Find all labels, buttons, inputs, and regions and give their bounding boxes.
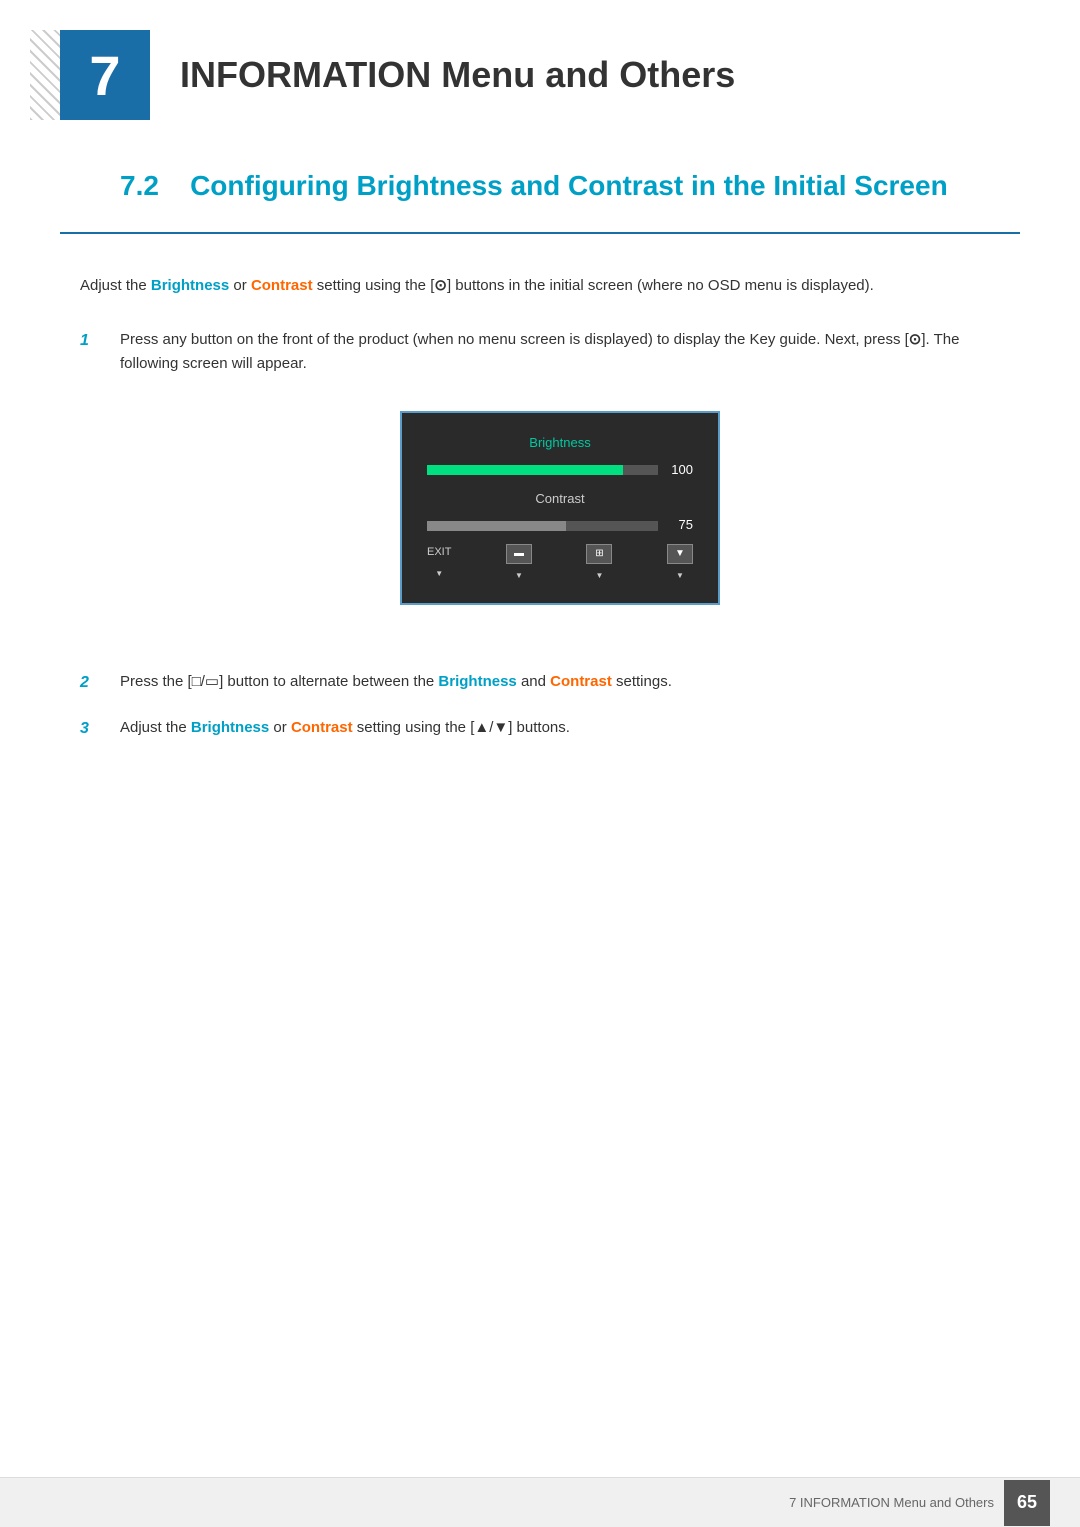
osd-btn-2-arrow: ▼ [596, 570, 604, 583]
osd-btn-1-group: ▬ ▼ [506, 544, 532, 583]
osd-brightness-bar-row: 100 [427, 460, 693, 481]
steps-list: 1 Press any button on the front of the p… [80, 328, 1000, 741]
osd-btn-1-icon: ▬ [514, 546, 524, 562]
step-1-content: Press any button on the front of the pro… [120, 328, 1000, 650]
osd-brightness-bar-fill [427, 465, 623, 475]
step-2-end: settings. [616, 673, 672, 690]
step-3-content: Adjust the Brightness or Contrast settin… [120, 716, 1000, 742]
osd-brightness-label: Brightness [427, 433, 693, 454]
chapter-title: INFORMATION Menu and Others [180, 54, 735, 96]
step-2-content: Press the [□/▭] button to alternate betw… [120, 670, 1000, 696]
osd-contrast-label: Contrast [427, 489, 693, 510]
footer-page-number: 65 [1004, 1480, 1050, 1526]
osd-btn-2-icon: ⊞ [595, 546, 603, 562]
chapter-number: 7 [89, 43, 120, 108]
osd-contrast-bar-fill [427, 521, 566, 531]
osd-contrast-bar-container [427, 521, 658, 531]
osd-btn-2-group: ⊞ ▼ [586, 544, 612, 583]
osd-exit-group: EXIT ▼ [427, 544, 451, 580]
intro-contrast-label: Contrast [251, 277, 313, 294]
step-1-number: 1 [80, 328, 120, 650]
osd-contrast-bar-row: 75 [427, 515, 693, 536]
section-number: 7.2 [120, 170, 159, 201]
osd-btn-2: ⊞ [586, 544, 612, 564]
page-footer: 7 INFORMATION Menu and Others 65 [0, 1477, 1080, 1527]
section-title: 7.2 Configuring Brightness and Contrast … [120, 170, 960, 202]
osd-btn-3-icon: ▼ [675, 546, 685, 562]
step-2-number: 2 [80, 670, 120, 696]
page-content: Adjust the Brightness or Contrast settin… [0, 274, 1080, 741]
step-2: 2 Press the [□/▭] button to alternate be… [80, 670, 1000, 696]
osd-btn-3: ▼ [667, 544, 693, 564]
step-2-and: and [521, 673, 550, 690]
osd-exit-label: EXIT [427, 544, 451, 562]
osd-screen: Brightness 100 Contrast [400, 411, 720, 605]
intro-text-before: Adjust the [80, 277, 151, 294]
step-2-text: Press the [□/▭] button to alternate betw… [120, 673, 438, 690]
osd-exit-arrow: ▼ [435, 568, 443, 581]
step-3-or: or [273, 719, 291, 736]
intro-brightness-label: Brightness [151, 277, 229, 294]
section-heading: 7.2 Configuring Brightness and Contrast … [60, 160, 1020, 234]
osd-btn-1-arrow: ▼ [515, 570, 523, 583]
osd-buttons-row: EXIT ▼ ▬ ▼ ⊞ [427, 544, 693, 583]
intro-text-rest: setting using the [⊙] buttons in the ini… [317, 277, 874, 294]
osd-brightness-value: 100 [658, 460, 693, 481]
chapter-badge: 7 [60, 30, 150, 120]
section-title-text: Configuring Brightness and Contrast in t… [190, 170, 948, 201]
intro-paragraph: Adjust the Brightness or Contrast settin… [80, 274, 1000, 298]
step-1: 1 Press any button on the front of the p… [80, 328, 1000, 650]
osd-contrast-value: 75 [658, 515, 693, 536]
step-3-end: setting using the [▲/▼] buttons. [357, 719, 570, 736]
intro-text-or: or [233, 277, 251, 294]
osd-mockup-wrapper: Brightness 100 Contrast [120, 391, 1000, 625]
step-2-contrast: Contrast [550, 673, 612, 690]
footer-chapter-ref: 7 INFORMATION Menu and Others [789, 1495, 994, 1510]
chapter-header: 7 INFORMATION Menu and Others [0, 0, 1080, 140]
osd-btn-3-arrow: ▼ [676, 570, 684, 583]
step-1-text: Press any button on the front of the pro… [120, 331, 959, 372]
osd-btn-3-group: ▼ ▼ [667, 544, 693, 583]
step-3-number: 3 [80, 716, 120, 742]
step-2-brightness: Brightness [438, 673, 516, 690]
step-3-text-before: Adjust the [120, 719, 191, 736]
step-3: 3 Adjust the Brightness or Contrast sett… [80, 716, 1000, 742]
osd-btn-1: ▬ [506, 544, 532, 564]
step-3-contrast: Contrast [291, 719, 353, 736]
step-3-brightness: Brightness [191, 719, 269, 736]
osd-brightness-bar-container [427, 465, 658, 475]
